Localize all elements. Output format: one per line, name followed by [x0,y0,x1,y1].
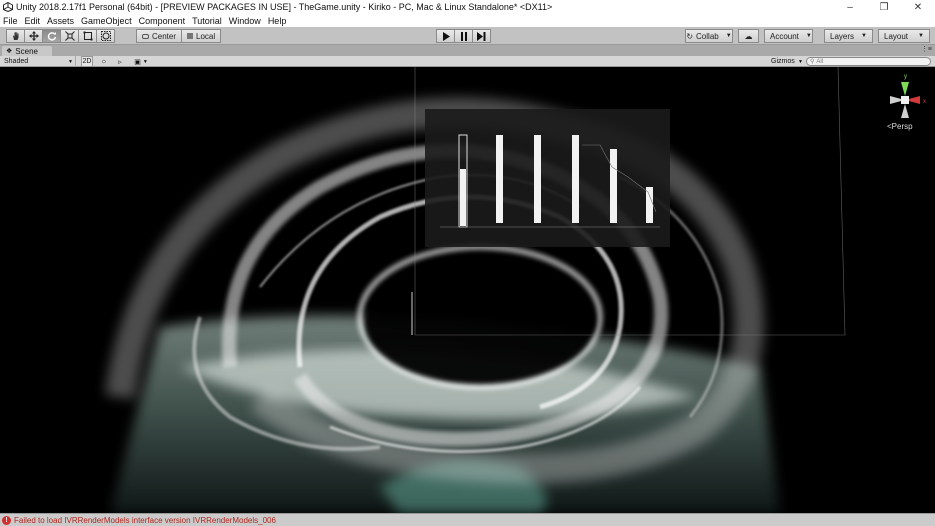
scene-search-input[interactable]: ⚲ All [806,57,931,66]
lighting-toggle-button[interactable]: ☼ [97,56,111,67]
shading-mode-label: Shaded [4,58,29,65]
layers-group: Layers ▼ [824,29,873,43]
main-toolbar: Center Local ↻ Collab ▼ ☁ Account ▼ Laye… [0,27,935,45]
svg-text:y: y [904,74,907,80]
menu-assets[interactable]: Assets [47,16,74,26]
layout-group: Layout ▼ [878,29,930,43]
hand-icon [12,32,18,40]
status-message: Failed to load IVRRenderModels interface… [14,515,276,525]
pause-button[interactable] [454,29,473,43]
account-dropdown[interactable]: Account ▼ [764,29,813,43]
transform-tools [6,29,115,43]
tab-scene[interactable]: ❖ Scene [2,46,52,56]
space-local-button[interactable]: Local [181,29,222,43]
menu-gameobject[interactable]: GameObject [81,16,132,26]
transform-icon [100,31,111,41]
layers-label: Layers [830,31,855,41]
menu-window[interactable]: Window [229,16,261,26]
play-button[interactable] [436,29,455,43]
scale-tool-button[interactable] [60,29,79,43]
restore-icon[interactable]: ❐ [867,0,901,14]
transform-tool-button[interactable] [96,29,115,43]
unity-logo-icon [3,2,13,12]
play-icon [442,31,450,41]
layout-dropdown-icon: ▼ [918,33,924,39]
effects-dropdown-icon: ▼ [142,58,148,65]
cloud-button[interactable]: ☁ [738,29,759,43]
menu-tutorial[interactable]: Tutorial [192,16,222,26]
menu-help[interactable]: Help [268,16,287,26]
menu-edit[interactable]: Edit [25,16,41,26]
gizmos-dropdown[interactable]: Gizmos ▼ [771,56,803,67]
collab-dropdown-icon: ▼ [725,33,732,39]
scale-icon [64,31,75,41]
gizmos-dropdown-icon: ▼ [798,58,803,65]
minimize-icon[interactable]: – [833,0,867,14]
title-bar: Unity 2018.2.17f1 Personal (64bit) - [PR… [0,0,935,14]
rect-tool-button[interactable] [78,29,97,43]
account-group: Account ▼ [764,29,813,43]
scene-tab-label: Scene [15,46,38,56]
2d-toggle-button[interactable]: 2D [81,56,93,67]
shading-mode-dropdown[interactable]: Shaded ▼ [4,56,76,67]
window-title: Unity 2018.2.17f1 Personal (64bit) - [PR… [16,2,553,12]
layers-dropdown-icon: ▼ [861,33,867,39]
pivot-controls: Center Local [136,29,222,43]
menu-bar: File Edit Assets GameObject Component Tu… [0,14,935,27]
shading-dropdown-icon: ▼ [68,58,73,65]
pause-icon [460,31,467,41]
pivot-icon [142,33,149,39]
scene-tab-icon: ❖ [6,48,13,55]
2d-label: 2D [82,58,92,65]
gizmos-label: Gizmos [771,58,795,65]
cloud-icon: ☁ [744,31,753,41]
move-tool-button[interactable] [24,29,43,43]
audio-toggle-button[interactable]: ▹ [113,56,127,67]
collab-group: ↻ Collab ▼ [685,29,733,43]
pivot-label: Center [152,31,177,41]
collab-label: Collab [696,31,719,41]
hand-tool-button[interactable] [6,29,25,43]
rotate-tool-button[interactable] [42,29,61,43]
console-status-bar[interactable]: ! Failed to load IVRRenderModels interfa… [0,513,935,526]
play-controls [436,29,491,43]
layers-dropdown[interactable]: Layers ▼ [824,29,873,43]
rect-icon [83,31,92,41]
tab-menu-icon[interactable]: ⋮≡ [921,45,932,53]
menu-file[interactable]: File [3,16,18,26]
effects-dropdown[interactable]: ▣ ▼ [130,56,152,67]
menu-component[interactable]: Component [139,16,186,26]
layout-dropdown[interactable]: Layout ▼ [878,29,930,43]
rotate-icon [47,32,56,41]
close-icon[interactable]: ✕ [901,0,935,14]
persp-label: Persp [891,122,913,131]
layout-label: Layout [884,31,909,41]
search-icon: ⚲ [810,59,815,65]
step-icon [477,31,486,41]
scene-render [0,67,935,513]
collab-button[interactable]: ↻ Collab ▼ [685,29,733,43]
search-placeholder: All [816,58,824,65]
account-dropdown-icon: ▼ [805,33,812,39]
local-space-icon [187,33,194,39]
scene-tab-strip: ❖ Scene ⋮≡ [0,45,935,56]
svg-text:x: x [923,99,926,105]
scene-viewport[interactable]: y x <Persp [0,67,935,513]
pivot-center-button[interactable]: Center [136,29,183,43]
step-button[interactable] [472,29,491,43]
scene-control-bar: Shaded ▼ 2D ☼ ▹ ▣ ▼ Gizmos ▼ ⚲ All [0,56,935,67]
world-space-panel [425,109,670,247]
image-effects-icon: ▣ [134,58,141,66]
move-icon [28,31,39,41]
collab-icon: ↻ [686,31,694,41]
speaker-icon: ▹ [118,58,122,66]
error-icon: ! [2,515,11,525]
cloud-group: ☁ [738,29,759,43]
account-label: Account [770,31,799,41]
sun-icon: ☼ [100,58,108,65]
space-label: Local [196,31,216,41]
projection-toggle[interactable]: <Persp [887,122,913,131]
